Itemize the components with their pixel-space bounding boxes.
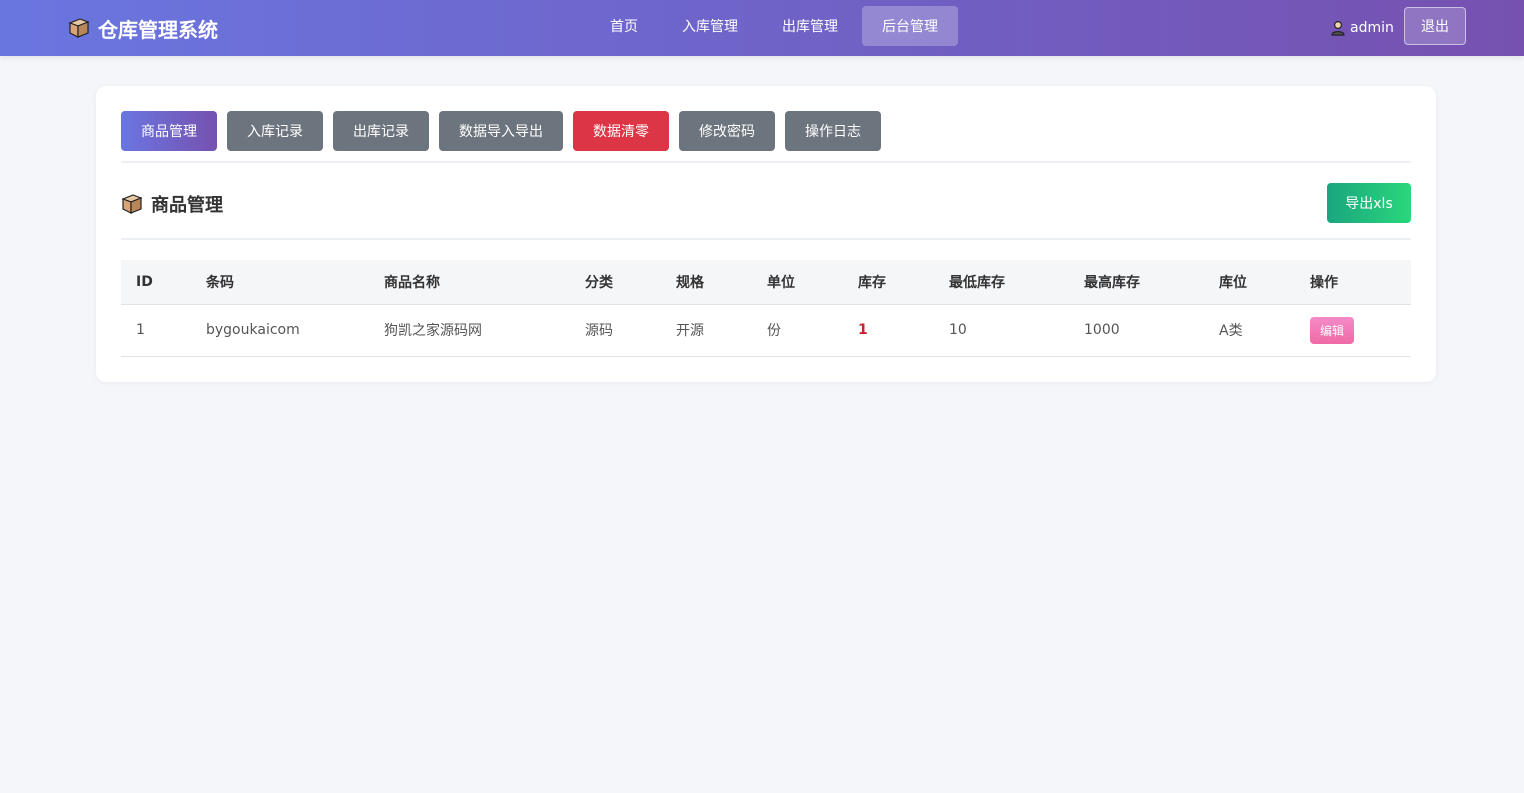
tab-operation-log[interactable]: 操作日志 [785,111,881,151]
divider [121,161,1411,163]
cell-name: 狗凯之家源码网 [369,304,570,357]
divider [121,238,1411,240]
admin-panel-card: 商品管理 入库记录 出库记录 数据导入导出 数据清零 修改密码 操作日志 商品管… [96,86,1436,382]
username: admin [1350,20,1394,36]
cell-barcode: bygoukaicom [191,304,369,357]
cell-actions: 编辑 [1295,304,1411,357]
nav-admin[interactable]: 后台管理 [862,6,958,46]
export-xls-button[interactable]: 导出xls [1327,183,1411,223]
col-location: 库位 [1204,260,1295,305]
current-user: admin [1330,17,1394,39]
cell-stock: 1 [843,304,934,357]
main-nav: 首页 入库管理 出库管理 后台管理 [590,6,958,46]
cell-spec: 开源 [661,304,752,357]
tab-stock-out-records[interactable]: 出库记录 [333,111,429,151]
col-spec: 规格 [661,260,752,305]
col-barcode: 条码 [191,260,369,305]
col-name: 商品名称 [369,260,570,305]
user-icon [1330,20,1346,36]
cell-category: 源码 [570,304,661,357]
col-category: 分类 [570,260,661,305]
package-icon [121,193,143,215]
tab-data-reset[interactable]: 数据清零 [573,111,669,151]
cell-min-stock: 10 [934,304,1069,357]
product-table: ID 条码 商品名称 分类 规格 单位 库存 最低库存 最高库存 库位 操作 1… [121,260,1411,357]
cell-id: 1 [121,304,191,357]
table-row: 1 bygoukaicom 狗凯之家源码网 源码 开源 份 1 10 1000 … [121,304,1411,357]
logout-button[interactable]: 退出 [1404,7,1466,45]
col-max-stock: 最高库存 [1069,260,1204,305]
col-unit: 单位 [752,260,843,305]
top-navbar: 仓库管理系统 首页 入库管理 出库管理 后台管理 admin 退出 [0,0,1524,56]
col-id: ID [121,260,191,305]
app-title: 仓库管理系统 [98,17,218,42]
cell-location: A类 [1204,304,1295,357]
edit-button[interactable]: 编辑 [1310,316,1354,344]
nav-stock-in[interactable]: 入库管理 [662,6,758,46]
col-min-stock: 最低库存 [934,260,1069,305]
section-heading: 商品管理 [121,192,223,216]
tab-stock-in-records[interactable]: 入库记录 [227,111,323,151]
cell-max-stock: 1000 [1069,304,1204,357]
nav-home[interactable]: 首页 [590,6,658,46]
nav-stock-out[interactable]: 出库管理 [762,6,858,46]
admin-tabs: 商品管理 入库记录 出库记录 数据导入导出 数据清零 修改密码 操作日志 [121,111,881,151]
package-icon [68,17,90,39]
cell-unit: 份 [752,304,843,357]
tab-product-management[interactable]: 商品管理 [121,111,217,151]
app-brand[interactable]: 仓库管理系统 [68,14,218,42]
tab-change-password[interactable]: 修改密码 [679,111,775,151]
section-title: 商品管理 [151,195,223,216]
tab-data-import-export[interactable]: 数据导入导出 [439,111,563,151]
table-header-row: ID 条码 商品名称 分类 规格 单位 库存 最低库存 最高库存 库位 操作 [121,260,1411,305]
col-actions: 操作 [1295,260,1411,305]
col-stock: 库存 [843,260,934,305]
